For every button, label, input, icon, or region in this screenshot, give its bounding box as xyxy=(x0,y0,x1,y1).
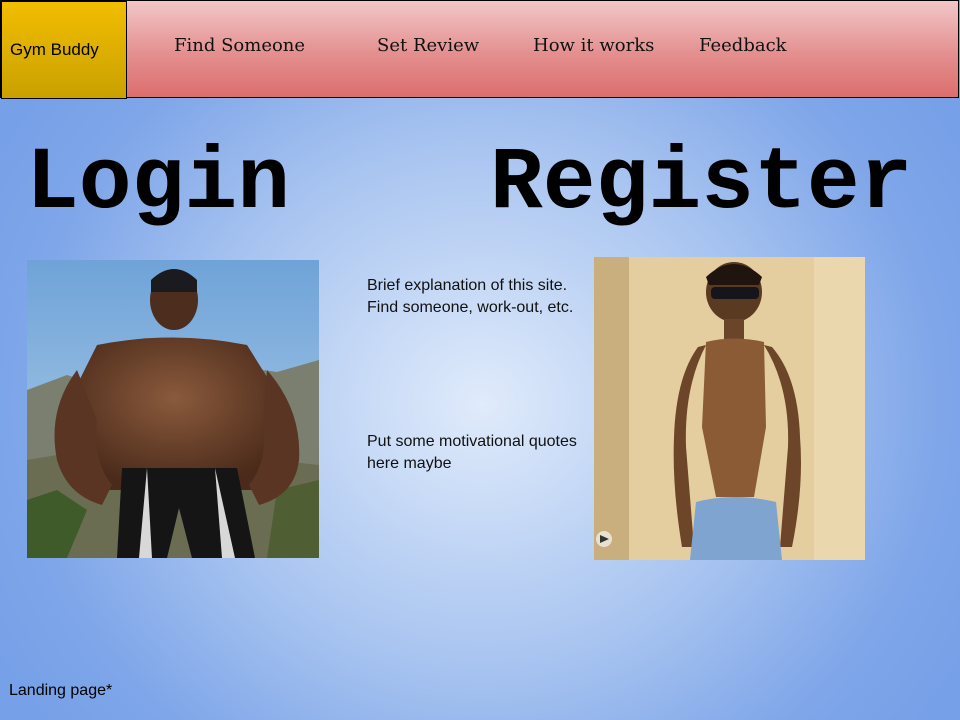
landing-page-note: Landing page* xyxy=(9,682,113,699)
nav-item-how-it-works[interactable]: How it works xyxy=(533,35,654,56)
skinny-man-photo xyxy=(594,257,865,560)
login-button[interactable]: Login xyxy=(26,135,290,235)
brand-logo-button[interactable]: Gym Buddy xyxy=(1,1,127,99)
motivational-quotes-text: Put some motivational quotes here maybe xyxy=(367,433,577,472)
nav-item-set-review[interactable]: Set Review xyxy=(377,35,479,56)
site-description-text: Brief explanation of this site. Find som… xyxy=(367,277,574,316)
nav-item-find-someone[interactable]: Find Someone xyxy=(174,35,305,56)
top-nav-bar: Gym Buddy Find Someone Set Review How it… xyxy=(0,0,959,99)
register-button[interactable]: Register xyxy=(490,135,912,235)
brand-label: Gym Buddy xyxy=(10,40,99,59)
nav-item-feedback[interactable]: Feedback xyxy=(699,35,787,56)
muscular-man-photo xyxy=(27,260,319,558)
